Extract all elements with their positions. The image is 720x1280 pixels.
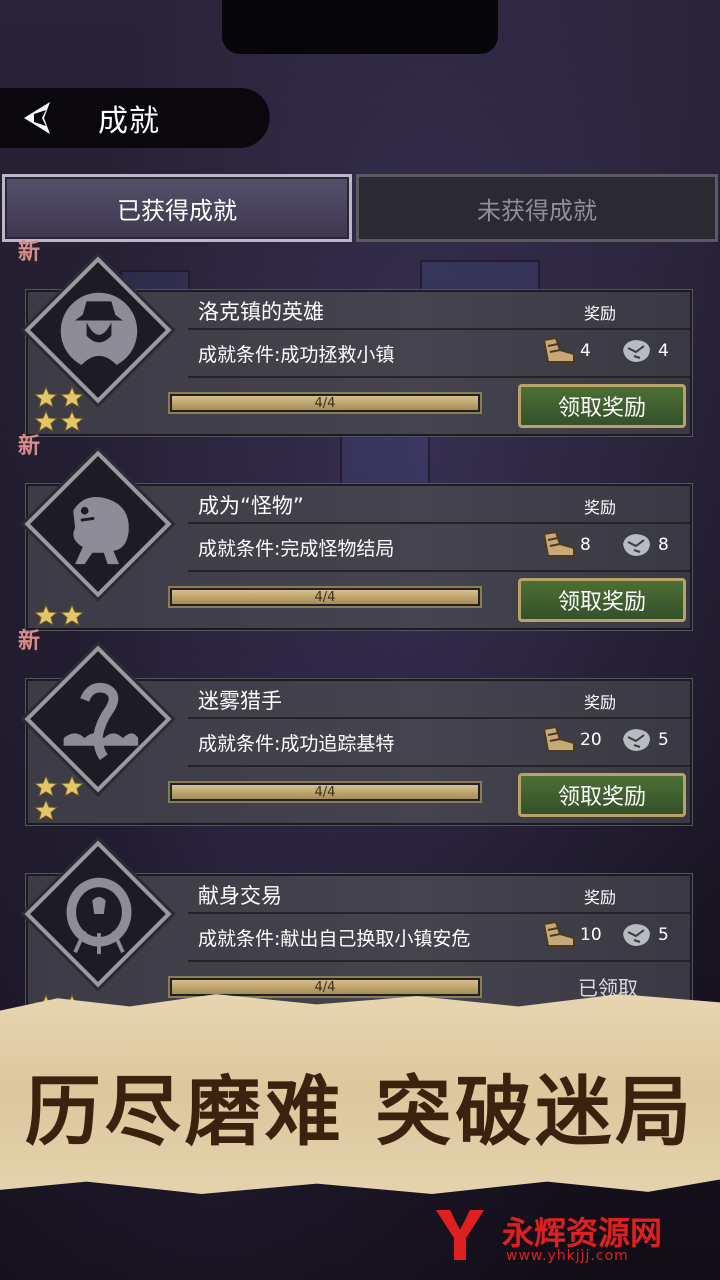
progress-bar: 4/4: [168, 586, 482, 608]
reward-label: 奖励: [584, 888, 617, 907]
achievement-badge: 新: [18, 240, 174, 406]
banner-text: 历尽磨难 突破迷局: [24, 1067, 696, 1156]
progress-text: 4/4: [314, 784, 336, 800]
progress-text: 4/4: [314, 979, 336, 995]
achievement-name: 成为“怪物”: [198, 494, 304, 518]
reward-stone: 8: [618, 530, 669, 560]
card-divider: [188, 522, 690, 524]
reward-stone-count: 4: [658, 341, 669, 361]
stone-reward-icon: [620, 726, 653, 754]
reward-label: 奖励: [584, 498, 617, 517]
star-icon: [59, 603, 85, 627]
card-divider: [188, 376, 690, 378]
monster-icon: [54, 480, 144, 570]
star-rating: [33, 774, 94, 822]
boot-reward-icon: [542, 336, 575, 363]
achievement-card: 洛克镇的英雄 奖励 成就条件:成功拯救小镇 4 4 4/4 领取奖励 新: [18, 240, 692, 436]
reward-boots-count: 10: [580, 925, 602, 945]
top-bar: 成就: [0, 84, 720, 150]
reward-stone-count: 5: [658, 925, 669, 945]
claim-reward-button[interactable]: 领取奖励: [518, 578, 686, 622]
reward-stone: 5: [618, 725, 669, 755]
claim-reward-button[interactable]: 领取奖励: [518, 773, 686, 817]
back-arrow-icon: [24, 102, 50, 134]
stone-reward-icon: [620, 921, 653, 949]
achievement-badge: 新: [18, 629, 174, 795]
card-divider: [188, 570, 690, 572]
tab-unearned[interactable]: 未获得成就: [356, 174, 718, 242]
star-icon: [33, 385, 59, 409]
sacrifice-icon: [54, 870, 144, 960]
reward-stone-count: 8: [658, 535, 669, 555]
stone-reward-icon: [620, 531, 653, 559]
card-divider: [188, 765, 690, 767]
reward-boots-count: 8: [580, 535, 591, 555]
star-icon: [59, 385, 85, 409]
tab-bar: 已获得成就 未获得成就: [0, 174, 720, 244]
star-icon: [59, 409, 85, 433]
new-tag: 新: [18, 240, 41, 265]
star-icon: [33, 774, 59, 798]
achievement-card: 迷雾猎手 奖励 成就条件:成功追踪基特 20 5 4/4 领取奖励 新: [18, 629, 692, 825]
reward-boots-count: 4: [580, 341, 591, 361]
reward-label: 奖励: [584, 693, 617, 712]
reward-boots: 8: [540, 530, 591, 560]
watermark-logo-icon: [436, 1210, 484, 1260]
boot-reward-icon: [542, 725, 575, 752]
reward-boots: 4: [540, 336, 591, 366]
star-icon: [59, 774, 85, 798]
progress-bar: 4/4: [168, 392, 482, 414]
back-button[interactable]: [14, 98, 58, 138]
achievement-condition: 成就条件:献出自己换取小镇安危: [198, 928, 471, 950]
new-tag: 新: [18, 434, 41, 459]
progress-bar: 4/4: [168, 781, 482, 803]
watermark: 永辉资源网 www.yhkjjj.com: [430, 1204, 700, 1268]
achievement-card: 成为“怪物” 奖励 成就条件:完成怪物结局 8 8 4/4 领取奖励 新: [18, 434, 692, 630]
stone-reward-icon: [620, 337, 653, 365]
reward-stone: 5: [618, 920, 669, 950]
card-divider: [188, 328, 690, 330]
new-tag: 新: [18, 629, 41, 654]
achievement-name: 献身交易: [198, 884, 282, 908]
camera-notch: [222, 0, 498, 54]
star-rating: [33, 385, 94, 433]
reward-label: 奖励: [584, 304, 617, 323]
boot-reward-icon: [542, 530, 575, 557]
achievement-name: 洛克镇的英雄: [198, 300, 324, 324]
promo-banner: 历尽磨难 突破迷局: [0, 994, 720, 1194]
hat-man-icon: [54, 286, 144, 376]
achievement-condition: 成就条件:成功拯救小镇: [198, 344, 395, 366]
claim-reward-button[interactable]: 领取奖励: [518, 384, 686, 428]
achievement-condition: 成就条件:完成怪物结局: [198, 538, 395, 560]
reward-stone: 4: [618, 336, 669, 366]
achievement-badge: [24, 840, 174, 990]
card-divider: [188, 960, 690, 962]
reward-boots: 10: [540, 920, 602, 950]
progress-text: 4/4: [314, 395, 336, 411]
serpent-icon: [54, 675, 144, 765]
boot-reward-icon: [542, 920, 575, 947]
progress-text: 4/4: [314, 589, 336, 605]
achievement-condition: 成就条件:成功追踪基特: [198, 733, 395, 755]
reward-boots: 20: [540, 725, 602, 755]
reward-boots-count: 20: [580, 730, 602, 750]
card-divider: [188, 717, 690, 719]
watermark-url: www.yhkjjj.com: [506, 1248, 629, 1264]
star-rating: [33, 603, 94, 627]
star-icon: [33, 798, 59, 822]
tab-earned[interactable]: 已获得成就: [2, 174, 352, 242]
page-title: 成就: [98, 104, 160, 139]
achievement-badge: 新: [18, 434, 174, 600]
achievement-name: 迷雾猎手: [198, 689, 282, 713]
reward-stone-count: 5: [658, 730, 669, 750]
card-divider: [188, 912, 690, 914]
